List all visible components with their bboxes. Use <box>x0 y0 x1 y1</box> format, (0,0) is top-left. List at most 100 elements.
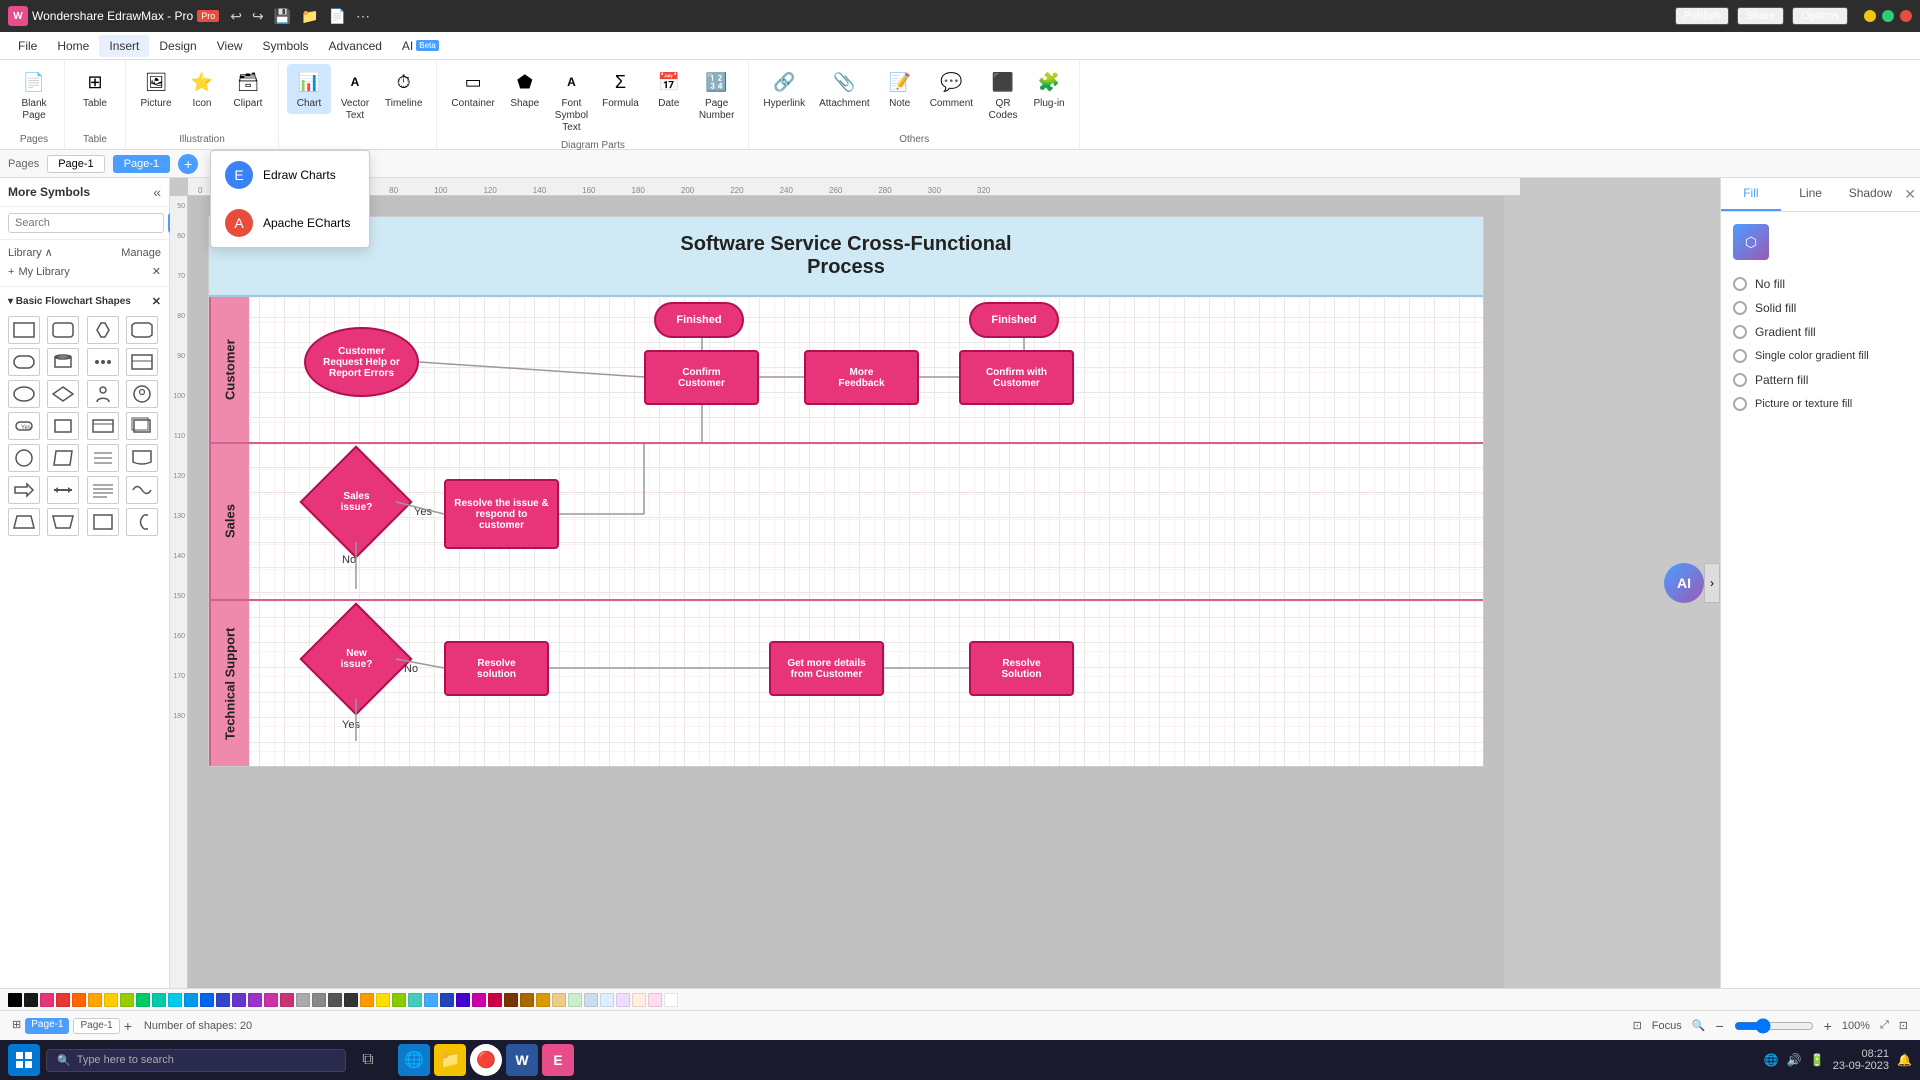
publish-btn[interactable]: Publish <box>1675 7 1729 25</box>
open-btn[interactable]: 📁 <box>298 8 321 25</box>
manage-btn[interactable]: Manage <box>121 247 161 259</box>
menu-symbols[interactable]: Symbols <box>253 35 319 57</box>
table-btn[interactable]: ⊞ Table <box>73 64 117 114</box>
shape-new-issue-diamond[interactable] <box>299 602 412 715</box>
sidebar-collapse-btn[interactable]: « <box>153 184 161 200</box>
color-blush[interactable] <box>648 993 662 1007</box>
shape-hexagon[interactable] <box>87 316 119 344</box>
radio-no-fill[interactable] <box>1733 277 1747 291</box>
color-brown[interactable] <box>504 993 518 1007</box>
color-light-gray[interactable] <box>296 993 310 1007</box>
color-charcoal[interactable] <box>344 993 358 1007</box>
color-lavender[interactable] <box>616 993 630 1007</box>
note-btn[interactable]: 📝 Note <box>878 64 922 114</box>
shape-resolve-solution-right[interactable]: ResolveSolution <box>969 641 1074 696</box>
color-sky2[interactable] <box>424 993 438 1007</box>
radio-single-color[interactable] <box>1733 349 1747 363</box>
shape-person[interactable] <box>87 380 119 408</box>
shape-double-arrow[interactable] <box>47 476 79 504</box>
fill-option-gradient[interactable]: Gradient fill <box>1733 320 1908 344</box>
more-btn[interactable]: ⋯ <box>353 8 373 25</box>
options-btn[interactable]: Options <box>1792 7 1848 25</box>
radio-pattern-fill[interactable] <box>1733 373 1747 387</box>
color-gray[interactable] <box>312 993 326 1007</box>
clipart-btn[interactable]: 🗃 Clipart <box>226 64 270 114</box>
minimize-btn[interactable] <box>1864 10 1876 22</box>
shape-confirm-with-customer[interactable]: Confirm withCustomer <box>959 350 1074 405</box>
formula-btn[interactable]: Σ Formula <box>596 64 645 114</box>
chart-btn[interactable]: 📊 Chart <box>287 64 331 114</box>
close-btn[interactable] <box>1900 10 1912 22</box>
redo-btn[interactable]: ↪ <box>249 8 267 25</box>
shape-person-circle[interactable] <box>126 380 158 408</box>
shape-trapezoid-1[interactable] <box>8 508 40 536</box>
color-yellow2[interactable] <box>376 993 390 1007</box>
my-library-close-icon[interactable]: ✕ <box>152 265 161 278</box>
color-gold[interactable] <box>536 993 550 1007</box>
shape-table-simple[interactable] <box>126 348 158 376</box>
menu-home[interactable]: Home <box>47 35 99 57</box>
shape-arrow-right[interactable] <box>8 476 40 504</box>
color-purple[interactable] <box>248 993 262 1007</box>
color-teal2[interactable] <box>408 993 422 1007</box>
shape-more-feedback[interactable]: MoreFeedback <box>804 350 919 405</box>
color-wheat[interactable] <box>552 993 566 1007</box>
edge-browser-btn[interactable]: 🌐 <box>398 1044 430 1076</box>
task-view-btn[interactable]: ⧉ <box>352 1044 384 1076</box>
word-btn[interactable]: W <box>506 1044 538 1076</box>
color-blue[interactable] <box>200 993 214 1007</box>
shape-get-more-details[interactable]: Get more detailsfrom Customer <box>769 641 884 696</box>
fill-option-picture[interactable]: Picture or texture fill <box>1733 392 1908 416</box>
shape-stadium[interactable] <box>8 348 40 376</box>
radio-picture-fill[interactable] <box>1733 397 1747 411</box>
canvas-content[interactable]: Software Service Cross-FunctionalProcess… <box>188 196 1504 988</box>
shape-resolve-solution[interactable]: Resolvesolution <box>444 641 549 696</box>
shape-flow-lines[interactable] <box>87 444 119 472</box>
color-crimson[interactable] <box>488 993 502 1007</box>
shape-rect[interactable] <box>8 316 40 344</box>
radio-solid-fill[interactable] <box>1733 301 1747 315</box>
blank-page-btn[interactable]: 📄 BlankPage <box>12 64 56 126</box>
shape-parallelogram[interactable] <box>47 444 79 472</box>
menu-ai[interactable]: AI Beta <box>392 35 449 57</box>
color-black[interactable] <box>8 993 22 1007</box>
menu-file[interactable]: File <box>8 35 47 57</box>
file-explorer-btn[interactable]: 📁 <box>434 1044 466 1076</box>
add-page-btn[interactable]: + <box>178 154 198 174</box>
page-number-btn[interactable]: 🔢 PageNumber <box>693 64 741 126</box>
canvas-area[interactable]: 0204060801001201401601802002202402602803… <box>170 178 1720 988</box>
color-cyan[interactable] <box>168 993 182 1007</box>
shape-resolve-issue[interactable]: Resolve the issue &respond tocustomer <box>444 479 559 549</box>
color-white[interactable] <box>664 993 678 1007</box>
page-nav-icon[interactable]: ⊞ <box>12 1018 21 1034</box>
shape-rounded-rect[interactable] <box>47 316 79 344</box>
color-fuchsia[interactable] <box>472 993 486 1007</box>
attachment-btn[interactable]: 📎 Attachment <box>813 64 876 114</box>
radio-gradient-fill[interactable] <box>1733 325 1747 339</box>
rp-tab-fill[interactable]: Fill <box>1721 178 1781 211</box>
qr-codes-btn[interactable]: ⬛ QRCodes <box>981 64 1025 126</box>
page-add-status-btn[interactable]: Page-1 <box>73 1018 119 1034</box>
fill-option-single-color[interactable]: Single color gradient fill <box>1733 344 1908 368</box>
chrome-browser-btn[interactable]: 🔴 <box>470 1044 502 1076</box>
timeline-btn[interactable]: ⏱ Timeline <box>379 64 428 114</box>
shapes-close-icon[interactable]: ✕ <box>152 295 161 308</box>
shape-diamond[interactable] <box>47 380 79 408</box>
color-orange2[interactable] <box>360 993 374 1007</box>
menu-insert[interactable]: Insert <box>99 35 149 57</box>
search-input[interactable] <box>8 213 164 233</box>
color-lime[interactable] <box>120 993 134 1007</box>
focus-label[interactable]: Focus <box>1652 1020 1682 1032</box>
color-pink[interactable] <box>40 993 54 1007</box>
edrawmax-btn[interactable]: E <box>542 1044 574 1076</box>
fill-option-no-fill[interactable]: No fill <box>1733 272 1908 296</box>
shape-bracket-open[interactable] <box>126 508 158 536</box>
taskbar-search-box[interactable]: 🔍 Type here to search <box>46 1049 346 1072</box>
shape-document[interactable] <box>126 444 158 472</box>
color-red[interactable] <box>56 993 70 1007</box>
shape-bracket-rect[interactable] <box>47 412 79 440</box>
vector-text-btn[interactable]: A VectorText <box>333 64 377 126</box>
page-setup-icon[interactable]: ⊡ <box>1633 1019 1642 1032</box>
shape-confirm-customer[interactable]: ConfirmCustomer <box>644 350 759 405</box>
menu-design[interactable]: Design <box>149 35 206 57</box>
